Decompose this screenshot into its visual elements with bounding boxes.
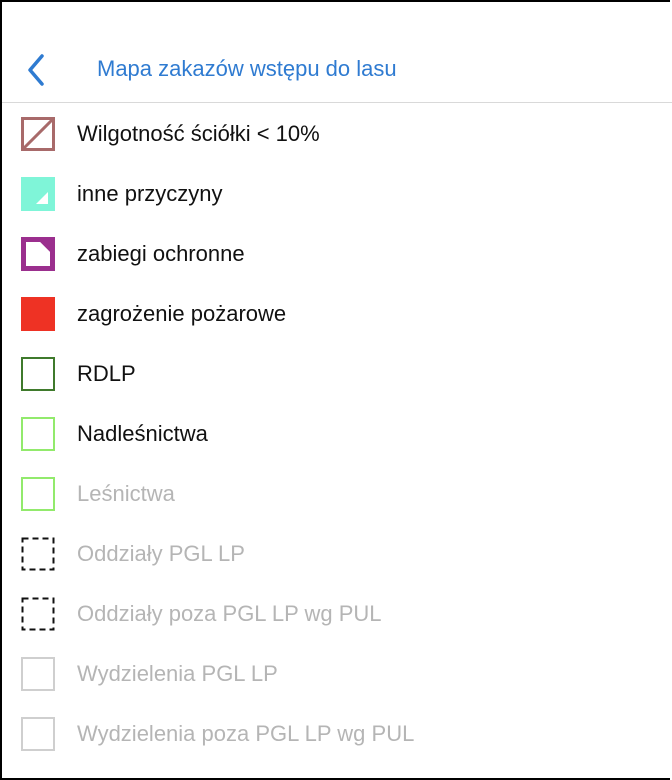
legend-item-label: zagrożenie pożarowe [77, 301, 287, 326]
diagonal-swatch-icon [21, 117, 55, 151]
legend-item-label: inne przyczyny [77, 181, 223, 206]
dashed-outline-swatch-icon [21, 537, 55, 571]
legend-item-oddzialy-pgl-lp[interactable]: Oddziały PGL LP [2, 524, 672, 584]
legend-item-label: Leśnictwa [77, 481, 175, 506]
header-bar: Mapa zakazów wstępu do lasu [2, 2, 672, 103]
page-title: Mapa zakazów wstępu do lasu [97, 56, 397, 81]
legend-list: Wilgotność ściółki < 10% inne przyczyny [2, 104, 672, 764]
legend-item-wilgotnosc[interactable]: Wilgotność ściółki < 10% [2, 104, 672, 164]
dashed-outline-swatch-icon [21, 597, 55, 631]
legend-item-label: Wilgotność ściółki < 10% [77, 121, 320, 146]
legend-item-lesnictwa[interactable]: Leśnictwa [2, 464, 672, 524]
legend-item-zabiegi-ochronne[interactable]: zabiegi ochronne [2, 224, 672, 284]
legend-item-label: RDLP [77, 361, 136, 386]
legend-item-inne-przyczyny[interactable]: inne przyczyny [2, 164, 672, 224]
grey-outline-swatch-icon [21, 657, 55, 691]
legend-item-label: Nadleśnictwa [77, 421, 208, 446]
purple-corner-swatch-icon [21, 237, 55, 271]
legend-item-label: Wydzielenia poza PGL LP wg PUL [77, 721, 415, 746]
legend-item-oddzialy-poza-pgl-lp[interactable]: Oddziały poza PGL LP wg PUL [2, 584, 672, 644]
light-green-outline-swatch-icon [21, 417, 55, 451]
legend-item-label: Oddziały PGL LP [77, 541, 245, 566]
legend-item-zagrozenie-pozarowe[interactable]: zagrożenie pożarowe [2, 284, 672, 344]
light-green-outline-swatch-icon [21, 477, 55, 511]
back-button[interactable] [22, 50, 52, 90]
legend-item-wydzielenia-pgl-lp[interactable]: Wydzielenia PGL LP [2, 644, 672, 704]
legend-item-label: Oddziały poza PGL LP wg PUL [77, 601, 382, 626]
dark-green-outline-swatch-icon [21, 357, 55, 391]
legend-panel: Mapa zakazów wstępu do lasu Wilgotność ś… [0, 0, 672, 780]
cyan-corner-swatch-icon [21, 177, 55, 211]
legend-item-wydzielenia-poza-pgl-lp[interactable]: Wydzielenia poza PGL LP wg PUL [2, 704, 672, 764]
red-fill-swatch-icon [21, 297, 55, 331]
chevron-left-icon [28, 54, 44, 86]
legend-item-label: zabiegi ochronne [77, 241, 245, 266]
legend-item-label: Wydzielenia PGL LP [77, 661, 278, 686]
legend-item-rdlp[interactable]: RDLP [2, 344, 672, 404]
grey-outline-swatch-icon [21, 717, 55, 751]
legend-item-nadlesnictwa[interactable]: Nadleśnictwa [2, 404, 672, 464]
